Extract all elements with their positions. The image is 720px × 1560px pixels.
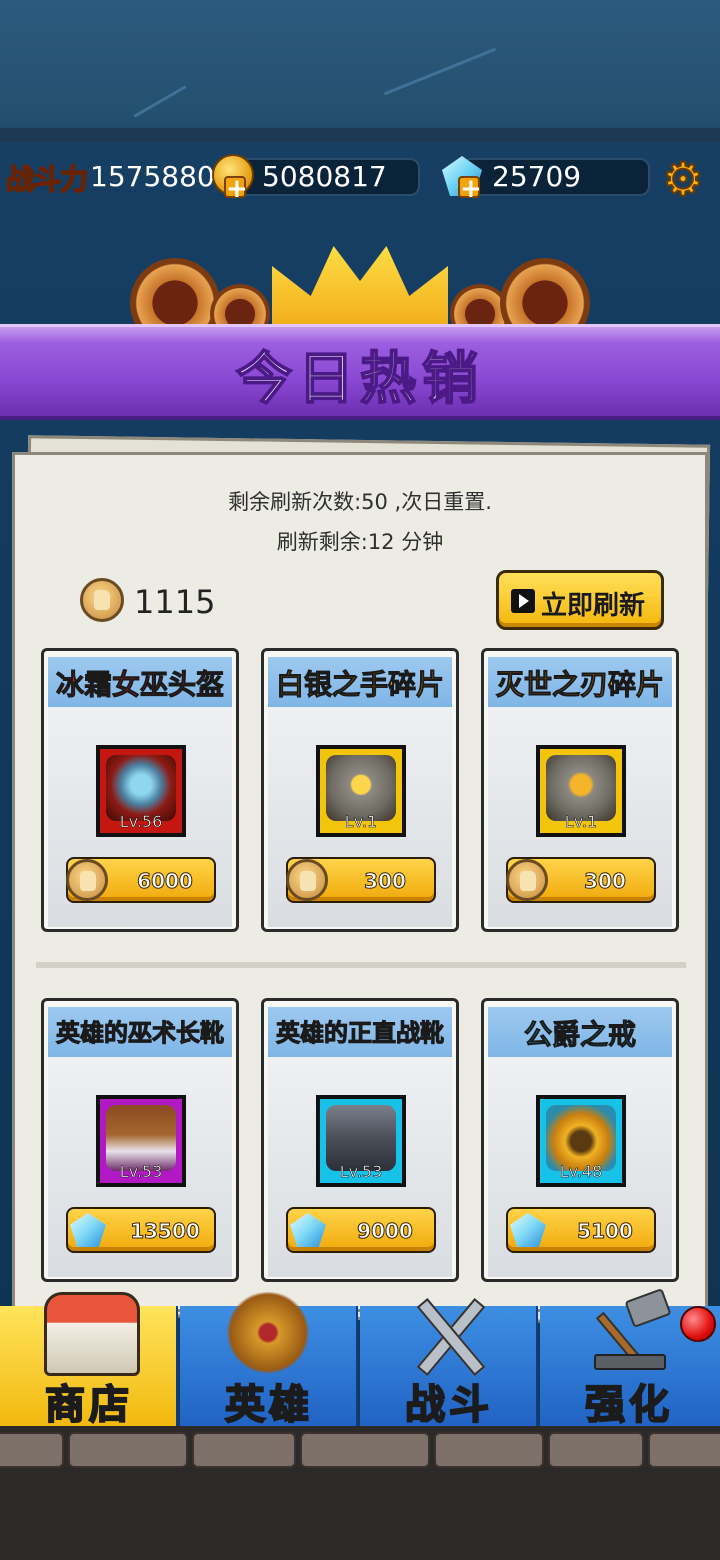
tab-shop[interactable]: 商店	[0, 1292, 178, 1429]
gem-icon	[290, 1213, 326, 1247]
stone-brick	[300, 1432, 430, 1468]
stone-brick	[548, 1432, 644, 1468]
crown-icon	[272, 246, 448, 336]
power-value: 1575880	[90, 160, 215, 193]
wall-crack	[133, 85, 187, 118]
hand-coin-icon	[80, 578, 124, 622]
buy-button[interactable]: 13500	[66, 1207, 216, 1253]
page-title: 今日热销	[235, 346, 484, 413]
refresh-count-text: 剩余刷新次数:50 ,次日重置.	[228, 490, 492, 514]
buy-button[interactable]: 9000	[286, 1207, 436, 1253]
video-play-icon	[511, 589, 535, 613]
item-icon-frame: Lv.1	[536, 745, 626, 837]
gem-icon	[510, 1213, 546, 1247]
tab-battle[interactable]: 战斗	[360, 1298, 538, 1429]
resource-bar: 战斗力 1575880 + 5080817 + 25709 ⚙	[0, 148, 720, 204]
item-level: Lv.56	[119, 812, 163, 832]
notification-badge	[680, 1306, 716, 1342]
item-icon-frame: Lv.48	[536, 1095, 626, 1187]
top-ledge	[0, 128, 720, 142]
item-name: 冰霜女巫头盔	[55, 668, 224, 702]
refresh-now-label: 立即刷新	[541, 591, 646, 621]
stone-brick	[0, 1432, 64, 1468]
item-price: 9000	[357, 1219, 414, 1244]
shop-item-card[interactable]: 白银之手碎片 Lv.1 300	[261, 648, 459, 932]
stone-brick	[68, 1432, 188, 1468]
shop-item-card[interactable]: 英雄的巫术长靴 Lv.53 13500	[41, 998, 239, 1282]
item-level: Lv.1	[344, 812, 378, 832]
item-icon-frame: Lv.1	[316, 745, 406, 837]
item-price: 6000	[137, 869, 194, 894]
item-name: 英雄的巫术长靴	[56, 1019, 225, 1048]
item-price: 300	[584, 869, 627, 894]
tab-label: 战斗	[404, 1381, 493, 1429]
item-name: 英雄的正直战靴	[276, 1019, 445, 1048]
gem-icon	[70, 1213, 106, 1247]
shop-item-card[interactable]: 公爵之戒 Lv.48 5100	[481, 998, 679, 1282]
refresh-timer-text: 刷新剩余:12 分钟	[276, 530, 444, 554]
item-icon-frame: Lv.53	[96, 1095, 186, 1187]
shelf-divider	[36, 962, 686, 968]
item-name: 白银之手碎片	[275, 668, 444, 702]
item-name: 灭世之刃碎片	[495, 668, 664, 702]
shop-icon	[44, 1292, 140, 1376]
settings-gear-icon[interactable]: ⚙	[660, 155, 706, 203]
bottom-nav: 商店 英雄 战斗 强化	[0, 1288, 720, 1429]
item-price: 5100	[577, 1219, 634, 1244]
buy-button[interactable]: 6000	[66, 857, 216, 903]
stone-brick	[434, 1432, 544, 1468]
top-background	[0, 0, 720, 150]
tab-label: 英雄	[224, 1381, 313, 1429]
tab-label: 强化	[584, 1381, 673, 1429]
item-level: Lv.48	[559, 1162, 603, 1182]
hammer-icon	[584, 1288, 676, 1378]
item-price: 13500	[130, 1219, 201, 1244]
wall-crack	[383, 47, 497, 96]
item-level: Lv.1	[564, 812, 598, 832]
power-label: 战斗力	[5, 162, 89, 197]
gem-value: 25709	[492, 160, 582, 193]
buy-button[interactable]: 5100	[506, 1207, 656, 1253]
helmet-icon	[220, 1292, 316, 1382]
hand-coin-icon	[66, 859, 108, 901]
crossed-swords-icon	[404, 1292, 496, 1378]
item-price: 300	[364, 869, 407, 894]
item-level: Lv.53	[339, 1162, 383, 1182]
coin-value: 5080817	[262, 160, 387, 193]
item-name: 公爵之戒	[523, 1018, 636, 1052]
add-coins-button[interactable]: +	[224, 176, 248, 202]
buy-button[interactable]: 300	[506, 857, 656, 903]
tab-hero[interactable]: 英雄	[180, 1292, 358, 1429]
refresh-now-button[interactable]: 立即刷新	[496, 570, 664, 630]
hand-coin-balance: 1115	[134, 583, 216, 621]
item-icon-frame: Lv.53	[316, 1095, 406, 1187]
buy-button[interactable]: 300	[286, 857, 436, 903]
item-level: Lv.53	[119, 1162, 163, 1182]
shop-item-card[interactable]: 灭世之刃碎片 Lv.1 300	[481, 648, 679, 932]
shop-item-card[interactable]: 英雄的正直战靴 Lv.53 9000	[261, 998, 459, 1282]
stone-floor	[0, 1426, 720, 1560]
hand-coin-icon	[506, 859, 548, 901]
shop-item-card[interactable]: 冰霜女巫头盔 Lv.56 6000	[41, 648, 239, 932]
stone-brick	[192, 1432, 296, 1468]
hand-coin-icon	[286, 859, 328, 901]
tab-label: 商店	[44, 1381, 133, 1429]
item-icon-frame: Lv.56	[96, 745, 186, 837]
add-gems-button[interactable]: +	[458, 176, 482, 202]
stone-brick	[648, 1432, 720, 1468]
